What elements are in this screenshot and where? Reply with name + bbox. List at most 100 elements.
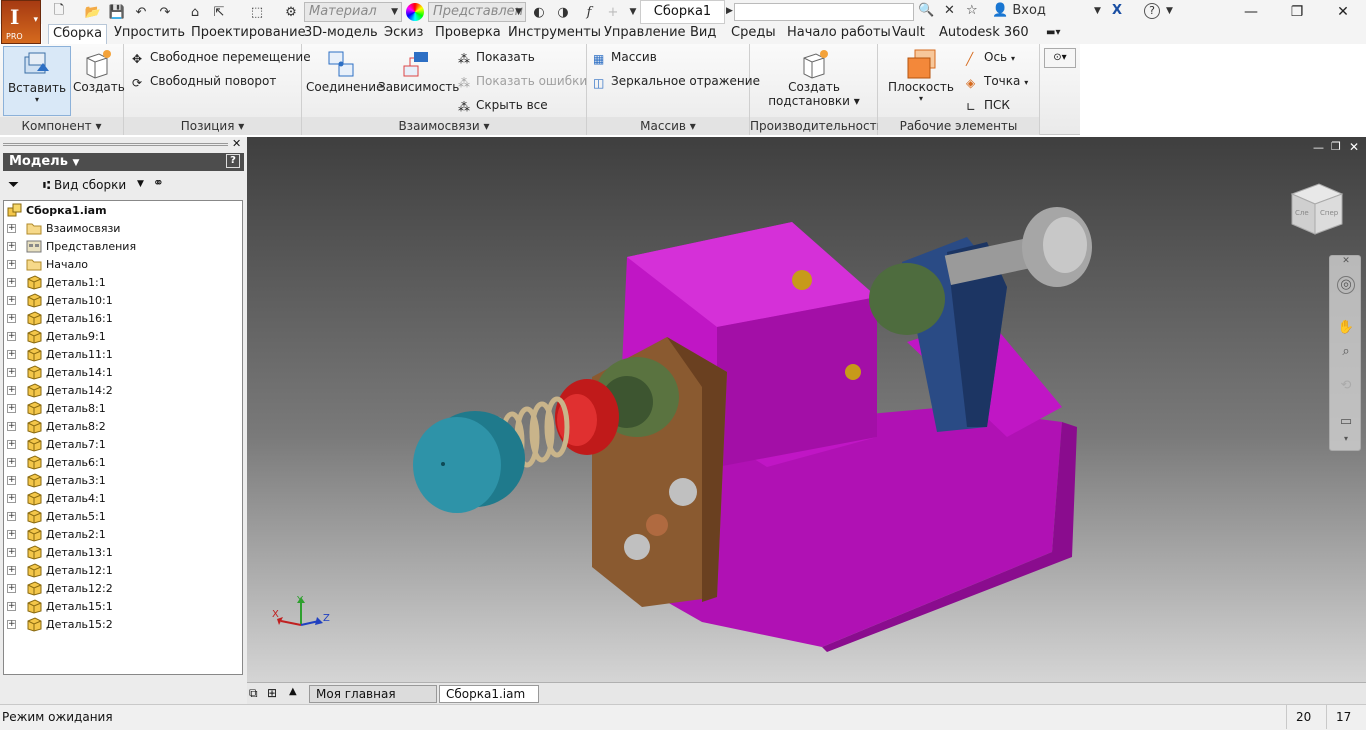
material-combo[interactable]: Материал ▼ [304, 2, 402, 22]
expand-icon[interactable]: + [7, 386, 16, 395]
plane-button[interactable]: Плоскость ▾ [886, 46, 956, 116]
expand-icon[interactable]: + [7, 584, 16, 593]
save-icon[interactable]: 💾 [108, 3, 126, 21]
grid-icon[interactable]: ⊞ [267, 686, 277, 700]
tab-view[interactable]: Вид [686, 24, 720, 44]
position-panel-title[interactable]: Позиция ▾ [124, 117, 301, 135]
free-rotate-button[interactable]: ⟳ Свободный поворот [132, 71, 276, 91]
graphics-viewport[interactable]: Сле Спер — ❐ ✕ X Y Z [247, 137, 1366, 682]
tab-sketch[interactable]: Эскиз [380, 24, 427, 44]
expand-icon[interactable]: + [7, 332, 16, 341]
create-substitutes-button[interactable]: Создать подстановки ▾ [764, 46, 864, 116]
expand-icon[interactable]: + [7, 296, 16, 305]
tile-icon[interactable]: ⧉ [249, 686, 258, 701]
open-icon[interactable]: 📂 [84, 3, 102, 21]
close-button[interactable]: ✕ [1320, 0, 1366, 24]
point-button[interactable]: ◈ Точка ▾ [966, 71, 1028, 91]
filter-icon[interactable]: ⏷ [8, 177, 19, 193]
restore-icon[interactable]: ❐ [1331, 140, 1341, 153]
chevron-down-icon[interactable]: ▼ [1094, 6, 1101, 16]
close-icon[interactable]: ✕ [232, 137, 241, 150]
restore-button[interactable]: ❐ [1274, 0, 1320, 24]
new-document-icon[interactable]: 🗋 [50, 3, 68, 21]
tools-icon[interactable]: ✕ [944, 3, 955, 18]
expand-icon[interactable]: + [7, 548, 16, 557]
redo-icon[interactable]: ↷ [156, 3, 174, 21]
tab-autodesk-360[interactable]: Autodesk 360 [935, 24, 1033, 44]
chevron-down-icon[interactable]: ▼ [1166, 6, 1173, 16]
close-icon[interactable]: ✕ [1349, 140, 1359, 154]
minimize-icon[interactable]: — [1313, 141, 1324, 154]
fx-icon[interactable]: f [580, 3, 598, 21]
expand-icon[interactable]: + [7, 566, 16, 575]
expand-icon[interactable]: + [7, 476, 16, 485]
free-move-button[interactable]: ✥ Свободное перемещение [132, 47, 311, 67]
tab-inspect[interactable]: Проверка [431, 24, 505, 44]
zoom-icon[interactable]: ⌕ [1337, 344, 1355, 362]
ribbon-options-icon[interactable]: ▬▾ [1042, 24, 1064, 44]
tab-environments[interactable]: Среды [727, 24, 780, 44]
binoculars-icon[interactable]: ⚭ [153, 176, 164, 191]
tab-design[interactable]: Проектирование [187, 24, 310, 44]
undo-icon[interactable]: ↶ [132, 3, 150, 21]
pan-icon[interactable]: ✋ [1337, 320, 1355, 338]
chevron-down-icon[interactable]: ▾ [1337, 434, 1355, 452]
expand-icon[interactable]: + [7, 440, 16, 449]
expand-icon[interactable]: + [7, 278, 16, 287]
adjust-icon[interactable]: ◐ [530, 3, 548, 21]
search-input[interactable] [734, 3, 914, 21]
expand-icon[interactable]: + [7, 224, 16, 233]
expand-icon[interactable]: + [7, 620, 16, 629]
chevron-right-icon[interactable]: ▶ [726, 6, 733, 16]
tab-get-started[interactable]: Начало работы [783, 24, 895, 44]
select-icon[interactable]: ⬚ [248, 3, 266, 21]
steering-wheel-icon[interactable]: ◎ [1337, 276, 1355, 294]
tab-simplify[interactable]: Упростить [110, 24, 189, 44]
chevron-up-icon[interactable]: ▲ [289, 686, 297, 697]
expand-icon[interactable]: + [7, 512, 16, 521]
constraint-button[interactable]: Зависимость [378, 46, 459, 116]
return-icon[interactable]: ⇱ [210, 3, 228, 21]
tab-vault[interactable]: Vault [888, 24, 929, 44]
pattern-button[interactable]: ▦ Массив [593, 47, 657, 67]
doc-tab-assembly[interactable]: Сборка1.iam ⊠ [439, 685, 539, 718]
relationships-panel-title[interactable]: Взаимосвязи ▾ [302, 117, 586, 135]
expand-icon[interactable]: + [7, 602, 16, 611]
star-icon[interactable]: ☆ [966, 3, 978, 18]
assembly-view-button[interactable]: ⑆ Вид сборки [43, 178, 126, 192]
tab-manage[interactable]: Управление [600, 24, 690, 44]
view-cube[interactable]: Сле Спер [1287, 179, 1347, 237]
expand-icon[interactable]: + [7, 404, 16, 413]
sign-in-button[interactable]: 👤 Вход [992, 3, 1046, 18]
component-panel-title[interactable]: Компонент ▾ [0, 117, 123, 135]
help-icon[interactable]: ? [226, 154, 240, 168]
expand-icon[interactable]: + [7, 494, 16, 503]
hide-all-button[interactable]: ⁂ Скрыть все [458, 95, 548, 115]
ribbon-expand-button[interactable]: ⊙▾ [1044, 48, 1076, 68]
plus-icon[interactable]: + [604, 3, 622, 21]
create-component-button[interactable]: Создать [73, 46, 125, 116]
expand-icon[interactable]: + [7, 368, 16, 377]
expand-icon[interactable]: + [7, 458, 16, 467]
chevron-down-icon[interactable]: ▼ [137, 179, 144, 189]
binoculars-icon[interactable]: 🔍 [918, 3, 934, 18]
axis-button[interactable]: ╱ Ось ▾ [966, 47, 1015, 67]
expand-icon[interactable]: + [7, 260, 16, 269]
show-errors-button[interactable]: ⁂ Показать ошибки [458, 71, 587, 91]
exchange-icon[interactable]: X [1112, 3, 1122, 18]
mirror-button[interactable]: ◫ Зеркальное отражение [593, 71, 760, 91]
look-at-icon[interactable]: ▭ [1337, 414, 1355, 432]
tab-tools[interactable]: Инструменты [504, 24, 605, 44]
expand-icon[interactable]: + [7, 314, 16, 323]
pattern-panel-title[interactable]: Массив ▾ [587, 117, 749, 135]
update-icon[interactable]: ⚙ [282, 3, 300, 21]
expand-icon[interactable]: + [7, 242, 16, 251]
doc-tab-home[interactable]: Моя главная стран... [309, 685, 437, 718]
minimize-button[interactable]: — [1228, 0, 1274, 24]
appearance-icon[interactable] [406, 3, 424, 21]
expand-icon[interactable]: + [7, 350, 16, 359]
browser-grip[interactable] [3, 143, 228, 146]
clear-icon[interactable]: ◑ [554, 3, 572, 21]
home-icon[interactable]: ⌂ [186, 3, 204, 21]
appearance-combo[interactable]: Представлен ▼ [428, 2, 526, 22]
